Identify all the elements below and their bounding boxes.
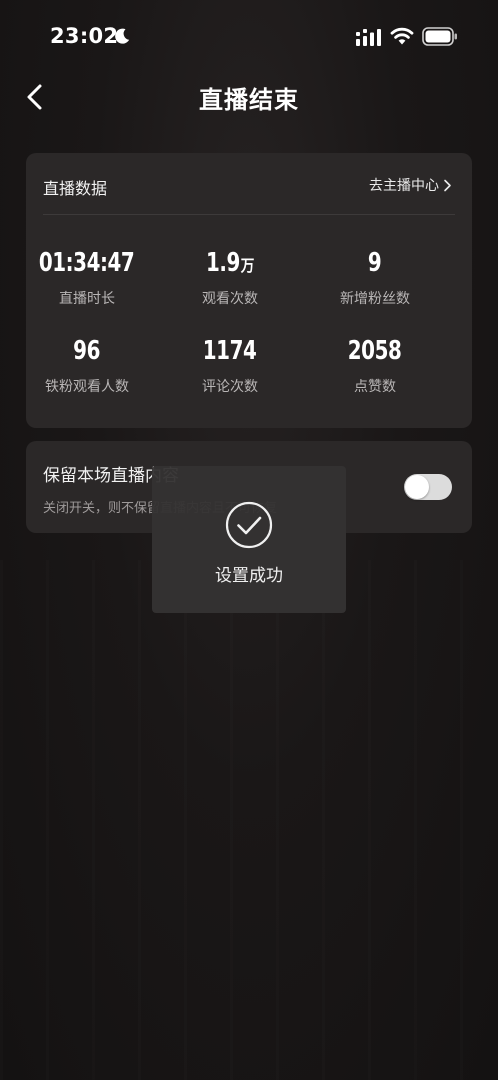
stat-label: 新增粉丝数 [340, 291, 410, 307]
nav-bar: 直播结束 [0, 76, 498, 118]
chevron-right-icon [444, 179, 451, 191]
toggle-knob [405, 475, 429, 499]
success-toast: 设置成功 [152, 466, 346, 613]
stat-value: 2058 [347, 336, 402, 366]
toast-text: 设置成功 [215, 566, 283, 586]
stat-duration: 01:34:47 直播时长 [30, 247, 144, 335]
stat-iron-fans: 96 铁粉观看人数 [30, 335, 144, 423]
creator-center-link[interactable]: 去主播中心 [369, 175, 452, 195]
retain-content-toggle[interactable] [404, 474, 452, 500]
stat-value: 1174 [202, 336, 257, 366]
page-title: 直播结束 [199, 86, 299, 114]
wifi-icon [390, 27, 414, 45]
stat-new-fans: 9 新增粉丝数 [316, 247, 434, 335]
background-blur [0, 560, 498, 1080]
battery-icon [422, 27, 457, 46]
stats-card-title: 直播数据 [43, 179, 108, 198]
card-divider [43, 214, 455, 215]
stat-comments: 1174 评论次数 [144, 335, 316, 423]
stat-value: 01:34:47 [38, 248, 135, 278]
stat-value: 1.9万 [206, 248, 254, 278]
status-time: 23:02 [50, 24, 119, 48]
stat-likes: 2058 点赞数 [316, 335, 434, 423]
stats-grid: 01:34:47 直播时长 1.9万 观看次数 9 新增粉丝数 96 铁粉观看人… [26, 247, 472, 423]
stat-value: 9 [367, 248, 382, 278]
stat-label: 评论次数 [202, 379, 258, 395]
stat-views: 1.9万 观看次数 [144, 247, 316, 335]
stat-label: 铁粉观看人数 [45, 379, 129, 395]
moon-icon [115, 28, 130, 44]
live-end-screen: 23:02 直播结束 直播数据 去主播中心 01:34:47 直播时长 1.9万… [0, 0, 498, 1080]
check-circle-icon [225, 501, 273, 549]
stat-label: 点赞数 [354, 379, 396, 395]
signal-icon [356, 29, 381, 46]
live-stats-card: 直播数据 去主播中心 01:34:47 直播时长 1.9万 观看次数 9 新增粉… [26, 153, 472, 428]
stat-value: 96 [73, 336, 100, 366]
stat-label: 直播时长 [59, 291, 115, 307]
creator-center-link-label: 去主播中心 [369, 178, 439, 194]
status-bar: 23:02 [0, 0, 498, 76]
stat-label: 观看次数 [202, 291, 258, 307]
